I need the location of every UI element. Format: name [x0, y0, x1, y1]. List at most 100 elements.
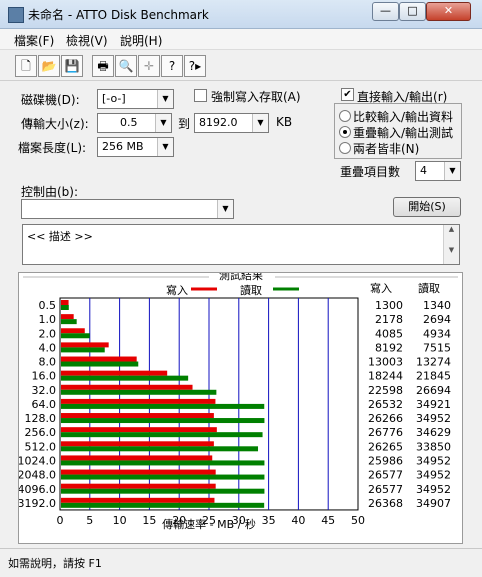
menu-view[interactable]: 檢視(V)	[66, 32, 108, 49]
legend-read-label: 讀取	[240, 283, 262, 297]
queue-depth-select[interactable]: 4 ▼	[415, 161, 461, 181]
chevron-down-icon[interactable]: ▼	[157, 138, 173, 156]
write-value: 26532	[368, 398, 403, 411]
title-bar[interactable]: 未命名 - ATTO Disk Benchmark — □ ✕	[0, 0, 482, 29]
y-tick-label: 16.0	[32, 370, 57, 383]
chevron-down-icon[interactable]: ▼	[444, 162, 460, 180]
read-bar	[61, 432, 263, 438]
write-value: 26266	[368, 412, 403, 425]
menu-help[interactable]: 說明(H)	[120, 32, 162, 49]
read-bar	[61, 375, 189, 381]
write-bar	[61, 314, 74, 320]
y-tick-label: 32.0	[32, 384, 57, 397]
y-tick-label: 2.0	[39, 327, 57, 340]
save-icon[interactable]: 💾	[61, 55, 83, 77]
write-bar	[61, 300, 69, 305]
chevron-down-icon[interactable]: ▼	[155, 114, 171, 132]
controlled-by-select[interactable]: ▼	[21, 199, 234, 219]
chevron-down-icon[interactable]: ▼	[157, 90, 173, 108]
minimize-button[interactable]: —	[372, 2, 399, 21]
write-bar	[61, 328, 85, 334]
scroll-up-icon[interactable]: ▲	[444, 225, 459, 233]
move-icon[interactable]: ✛	[138, 55, 160, 77]
read-bar	[61, 474, 265, 480]
app-icon	[8, 7, 24, 23]
write-value: 8192	[375, 341, 403, 354]
read-value: 34952	[416, 454, 451, 467]
read-value: 7515	[423, 341, 451, 354]
write-bar	[61, 483, 216, 489]
description-box[interactable]: << 描述 >> ▲ ▼	[22, 224, 460, 265]
write-bar	[61, 356, 137, 362]
print-icon[interactable]: 🖶	[92, 55, 114, 77]
read-value: 34907	[416, 497, 451, 510]
drive-value: [-o-]	[102, 92, 126, 105]
close-button[interactable]: ✕	[426, 2, 471, 21]
read-value: 26694	[416, 384, 451, 397]
transfer-from-select[interactable]: 0.5 ▼	[97, 113, 172, 133]
transfer-size-label: 傳輸大小(z):	[21, 117, 89, 131]
scrollbar[interactable]: ▲ ▼	[443, 225, 459, 264]
read-bar	[61, 305, 69, 310]
column-read-header: 讀取	[418, 281, 440, 295]
radio-neither[interactable]	[339, 142, 351, 154]
write-value: 22598	[368, 384, 403, 397]
toolbar: 🗋 📂 💾 🖶 🔍 ✛ ? ?▸	[0, 50, 482, 81]
x-tick-label: 10	[113, 514, 127, 527]
x-tick-label: 5	[86, 514, 93, 527]
x-tick-label: 15	[142, 514, 156, 527]
transfer-to-select[interactable]: 8192.0 ▼	[194, 113, 269, 133]
new-icon[interactable]: 🗋	[15, 55, 37, 77]
read-bar	[61, 403, 265, 409]
y-tick-label: 1.0	[39, 313, 57, 326]
write-bar	[61, 441, 214, 447]
read-value: 13274	[416, 356, 451, 369]
radio-compare[interactable]	[339, 110, 351, 122]
force-write-checkbox[interactable]	[194, 89, 207, 102]
radio-neither-label: 兩者皆非(N)	[353, 142, 420, 156]
read-bar	[61, 502, 265, 508]
status-text: 如需說明，請按 F1	[8, 557, 102, 570]
file-length-label: 檔案長度(L):	[18, 141, 87, 155]
radio-overlap-label: 重疊輸入/輸出測試	[353, 126, 454, 140]
y-tick-label: 2048.0	[19, 469, 56, 482]
x-axis-label: 傳輸速率 - MB / 秒	[162, 517, 256, 531]
chevron-down-icon[interactable]: ▼	[252, 114, 268, 132]
print-preview-icon[interactable]: 🔍	[115, 55, 137, 77]
radio-compare-label: 比較輸入/輸出資料	[353, 110, 454, 124]
menu-file[interactable]: 檔案(F)	[14, 32, 54, 49]
write-value: 2178	[375, 313, 403, 326]
y-tick-label: 128.0	[25, 412, 57, 425]
write-value: 26368	[368, 497, 403, 510]
to-label: 到	[178, 117, 191, 131]
file-length-value: 256 MB	[102, 140, 144, 153]
write-bar	[61, 398, 216, 404]
write-value: 25986	[368, 454, 403, 467]
about-icon[interactable]: ?	[161, 55, 183, 77]
x-tick-label: 35	[262, 514, 276, 527]
x-tick-label: 50	[351, 514, 365, 527]
file-length-select[interactable]: 256 MB ▼	[97, 137, 174, 157]
write-bar	[61, 384, 193, 390]
direct-io-checkbox[interactable]: ✔	[341, 88, 354, 101]
drive-select[interactable]: [-o-] ▼	[97, 89, 174, 109]
read-value: 4934	[423, 327, 451, 340]
read-value: 2694	[423, 313, 451, 326]
scroll-down-icon[interactable]: ▼	[444, 246, 459, 254]
radio-overlap[interactable]	[339, 126, 351, 138]
read-value: 34921	[416, 398, 451, 411]
status-bar: 如需說明，請按 F1	[0, 548, 482, 577]
force-write-label: 強制寫入存取(A)	[211, 90, 301, 104]
y-tick-label: 3192.0	[19, 497, 56, 510]
transfer-from-value: 0.5	[120, 116, 138, 129]
context-help-icon[interactable]: ?▸	[184, 55, 206, 77]
read-bar	[61, 460, 265, 466]
window-title: 未命名 - ATTO Disk Benchmark	[28, 8, 209, 22]
queue-depth-value: 4	[420, 164, 427, 177]
write-bar	[61, 497, 215, 503]
chevron-down-icon[interactable]: ▼	[217, 200, 233, 218]
maximize-button[interactable]: □	[399, 2, 426, 21]
open-icon[interactable]: 📂	[38, 55, 60, 77]
read-value: 34952	[416, 469, 451, 482]
start-button[interactable]: 開始(S)	[393, 197, 461, 217]
